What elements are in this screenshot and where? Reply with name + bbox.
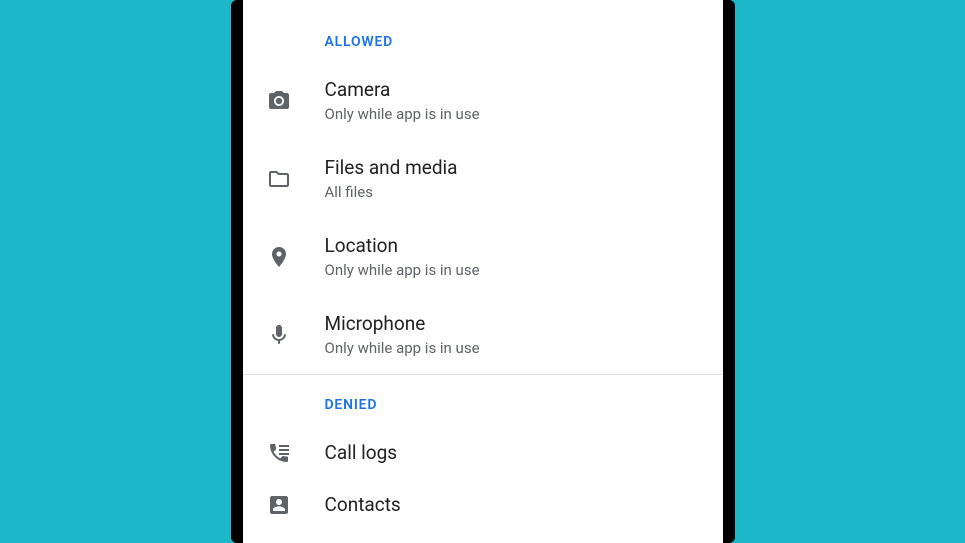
permission-row-microphone[interactable]: Microphone Only while app is in use (243, 296, 723, 374)
folder-icon (267, 167, 325, 191)
permission-text: Camera Only while app is in use (325, 78, 480, 124)
permission-row-location[interactable]: Location Only while app is in use (243, 218, 723, 296)
camera-icon (267, 89, 325, 113)
permission-subtitle: Only while app is in use (325, 104, 480, 124)
permission-title: Location (325, 234, 480, 258)
permission-title: Contacts (325, 493, 401, 517)
call-log-icon (267, 441, 325, 465)
contacts-icon (267, 493, 325, 517)
section-header-allowed: ALLOWED (243, 12, 723, 62)
screen: ALLOWED Camera Only while app is in use … (243, 0, 723, 543)
section-header-denied: DENIED (243, 375, 723, 425)
permission-text: Location Only while app is in use (325, 234, 480, 280)
permission-row-call-logs[interactable]: Call logs (243, 425, 723, 481)
permissions-list: ALLOWED Camera Only while app is in use … (243, 0, 723, 533)
permission-title: Files and media (325, 156, 458, 180)
permission-text: Contacts (325, 493, 401, 517)
location-icon (267, 245, 325, 269)
permission-text: Microphone Only while app is in use (325, 312, 480, 358)
permission-title: Call logs (325, 441, 398, 465)
permission-row-files[interactable]: Files and media All files (243, 140, 723, 218)
permission-subtitle: All files (325, 182, 458, 202)
permission-text: Call logs (325, 441, 398, 465)
permission-subtitle: Only while app is in use (325, 338, 480, 358)
permission-subtitle: Only while app is in use (325, 260, 480, 280)
mic-icon (267, 323, 325, 347)
permission-row-camera[interactable]: Camera Only while app is in use (243, 62, 723, 140)
permission-title: Camera (325, 78, 480, 102)
permission-text: Files and media All files (325, 156, 458, 202)
permission-row-contacts[interactable]: Contacts (243, 477, 723, 533)
phone-frame: ALLOWED Camera Only while app is in use … (231, 0, 735, 543)
permission-title: Microphone (325, 312, 480, 336)
